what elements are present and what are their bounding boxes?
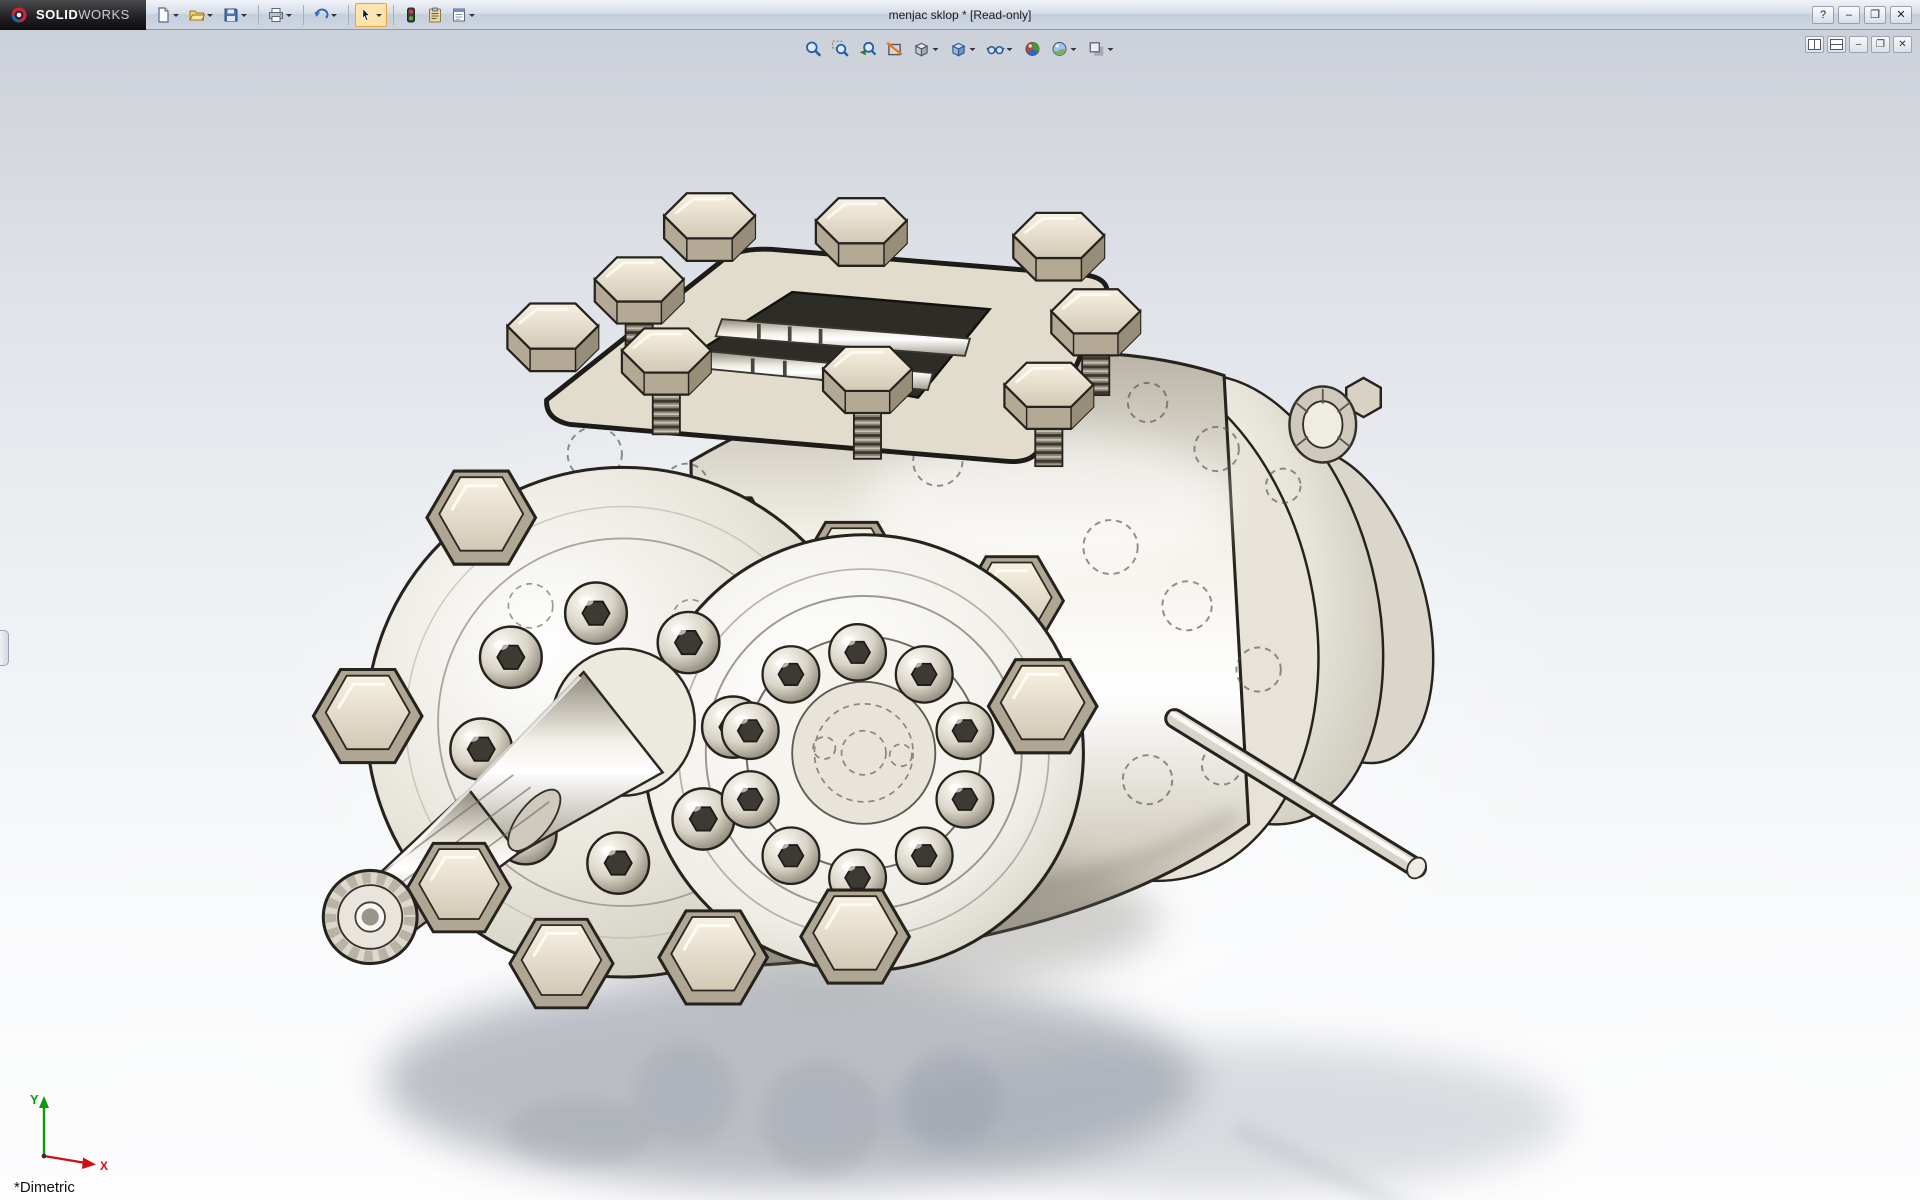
- undo-icon: [313, 7, 329, 23]
- orientation-triad: Y X: [22, 1084, 122, 1174]
- solidworks-logo: SOLIDWORKS: [0, 0, 146, 30]
- document-restore-button[interactable]: ❐: [1871, 36, 1890, 53]
- new-dropdown-arrow-icon[interactable]: [172, 8, 181, 22]
- toolbar-separator: [348, 5, 349, 25]
- print-dropdown-arrow-icon[interactable]: [285, 8, 294, 22]
- heads-up-view-toolbar: [802, 36, 1119, 62]
- zoom-to-fit-button[interactable]: [802, 36, 826, 62]
- view-orientation-cube-icon: [950, 40, 968, 58]
- hide-show-dropdown-arrow-icon[interactable]: [1006, 42, 1015, 56]
- open-button[interactable]: [186, 3, 218, 27]
- graphics-area[interactable]: – ❐ ✕ Y X *Dimetric: [0, 30, 1920, 1200]
- close-button[interactable]: ✕: [1890, 6, 1912, 24]
- previous-view-icon: [859, 40, 877, 58]
- file-properties-button[interactable]: [424, 3, 446, 27]
- triad-y-arrow-icon: [39, 1096, 49, 1108]
- zoom-to-area-button[interactable]: [829, 36, 853, 62]
- triad-y-label: Y: [30, 1092, 39, 1107]
- display-style-dropdown-arrow-icon[interactable]: [932, 42, 941, 56]
- save-icon: [223, 7, 239, 23]
- restore-button[interactable]: ❐: [1864, 6, 1886, 24]
- open-dropdown-arrow-icon[interactable]: [206, 8, 215, 22]
- rebuild-button[interactable]: [400, 3, 422, 27]
- triad-x-arrow-icon: [82, 1158, 96, 1170]
- logo-text: SOLIDWORKS: [36, 7, 130, 22]
- standard-toolbar: [146, 3, 486, 27]
- window-controls: ? – ❐ ✕: [1812, 6, 1920, 24]
- section-view-button[interactable]: [883, 36, 907, 62]
- view-settings-button[interactable]: [1085, 36, 1119, 62]
- apply-scene-dropdown-arrow-icon[interactable]: [1070, 42, 1079, 56]
- triad-x-label: X: [100, 1159, 108, 1173]
- open-folder-icon: [189, 7, 205, 23]
- options-sheet-icon: [451, 7, 467, 23]
- color-ball-icon: [1024, 40, 1042, 58]
- hide-show-items-button[interactable]: [984, 36, 1018, 62]
- logo-text-solid: SOLID: [36, 7, 78, 22]
- feature-manager-collapse-tab[interactable]: [0, 630, 9, 666]
- rebuild-traffic-light-icon: [403, 7, 419, 23]
- select-button[interactable]: [355, 3, 387, 27]
- previous-view-button[interactable]: [856, 36, 880, 62]
- top-cover-assembly: [507, 193, 1140, 466]
- document-window-controls: – ❐ ✕: [1805, 36, 1912, 53]
- document-title: menjac sklop * [Read-only]: [889, 0, 1032, 30]
- dassault-3ds-logo-icon: [9, 5, 29, 25]
- scene-ball-icon: [1051, 40, 1069, 58]
- solidworks-window: SOLIDWORKS: [0, 0, 1920, 1200]
- document-close-button[interactable]: ✕: [1893, 36, 1912, 53]
- titlebar: SOLIDWORKS: [0, 0, 1920, 30]
- zoom-to-fit-icon: [805, 40, 823, 58]
- new-button[interactable]: [152, 3, 184, 27]
- save-button[interactable]: [220, 3, 252, 27]
- view-orientation-label: *Dimetric: [14, 1179, 75, 1196]
- apply-scene-button[interactable]: [1048, 36, 1082, 62]
- options-dropdown-arrow-icon[interactable]: [468, 8, 477, 22]
- select-dropdown-arrow-icon[interactable]: [375, 8, 384, 22]
- print-icon: [268, 7, 284, 23]
- undo-dropdown-arrow-icon[interactable]: [330, 8, 339, 22]
- split-pane-vertical-icon: [1830, 39, 1843, 50]
- cad-model-gearbox-assembly[interactable]: [0, 30, 1920, 1200]
- help-button[interactable]: ?: [1812, 6, 1834, 24]
- toolbar-separator: [303, 5, 304, 25]
- display-style-button[interactable]: [910, 36, 944, 62]
- minimize-button[interactable]: –: [1838, 6, 1860, 24]
- select-cursor-icon: [358, 7, 374, 23]
- undo-button[interactable]: [310, 3, 342, 27]
- edit-appearance-button[interactable]: [1021, 36, 1045, 62]
- eyeglasses-icon: [987, 40, 1005, 58]
- split-pane-button[interactable]: [1805, 36, 1824, 53]
- view-orientation-button[interactable]: [947, 36, 981, 62]
- shadow-box-icon: [1088, 40, 1106, 58]
- view-settings-dropdown-arrow-icon[interactable]: [1107, 42, 1116, 56]
- save-dropdown-arrow-icon[interactable]: [240, 8, 249, 22]
- file-properties-icon: [427, 7, 443, 23]
- view-orientation-dropdown-arrow-icon[interactable]: [969, 42, 978, 56]
- new-document-icon: [155, 7, 171, 23]
- display-style-cube-icon: [913, 40, 931, 58]
- split-pane-icon: [1808, 39, 1821, 50]
- toolbar-separator: [258, 5, 259, 25]
- logo-text-works: WORKS: [78, 7, 130, 22]
- document-minimize-button[interactable]: –: [1849, 36, 1868, 53]
- print-button[interactable]: [265, 3, 297, 27]
- splined-shaft-end: [323, 870, 417, 963]
- split-pane-vertical-button[interactable]: [1827, 36, 1846, 53]
- zoom-to-area-icon: [832, 40, 850, 58]
- toolbar-separator: [393, 5, 394, 25]
- options-button[interactable]: [448, 3, 480, 27]
- section-view-icon: [886, 40, 904, 58]
